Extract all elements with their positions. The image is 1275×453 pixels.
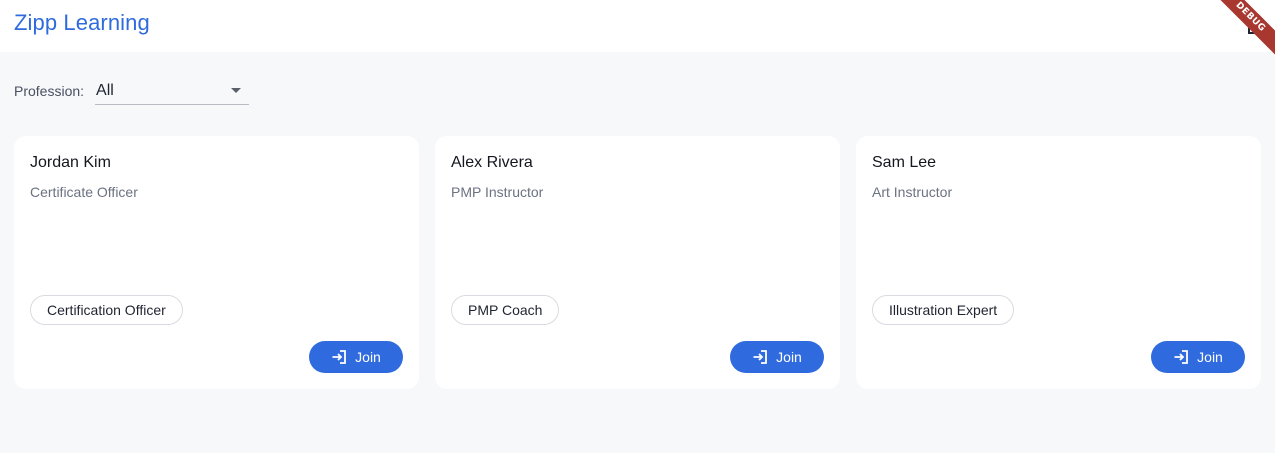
join-button[interactable]: Join bbox=[1151, 341, 1245, 373]
profession-dropdown[interactable]: All bbox=[95, 77, 250, 105]
instructor-card: Jordan Kim Certificate Officer Certifica… bbox=[14, 136, 419, 389]
join-button-label: Join bbox=[1197, 349, 1223, 365]
join-button[interactable]: Join bbox=[309, 341, 403, 373]
profession-chip: PMP Coach bbox=[451, 295, 560, 325]
chevron-down-icon bbox=[231, 88, 242, 93]
profession-chip: Certification Officer bbox=[30, 295, 183, 325]
instructor-card: Alex Rivera PMP Instructor PMP Coach Joi… bbox=[435, 136, 840, 389]
profession-chip: Illustration Expert bbox=[872, 295, 1015, 325]
login-icon bbox=[332, 350, 347, 364]
join-button[interactable]: Join bbox=[730, 341, 824, 373]
login-icon bbox=[753, 350, 768, 364]
debug-banner: DEBUG bbox=[1202, 0, 1275, 66]
join-button-label: Join bbox=[355, 349, 381, 365]
profession-dropdown-value: All bbox=[96, 81, 114, 99]
instructor-role: Certificate Officer bbox=[30, 184, 138, 200]
instructor-card: Sam Lee Art Instructor Illustration Expe… bbox=[856, 136, 1261, 389]
instructor-name: Sam Lee bbox=[872, 154, 937, 171]
app-bar: Zipp Learning DEBUG bbox=[0, 0, 1275, 66]
join-button-label: Join bbox=[776, 349, 802, 365]
instructor-role: Art Instructor bbox=[872, 184, 953, 200]
profession-filter: Profession: All bbox=[14, 76, 250, 106]
profession-filter-label: Profession: bbox=[14, 83, 85, 99]
login-icon bbox=[1174, 350, 1189, 364]
instructor-card-list: Jordan Kim Certificate Officer Certifica… bbox=[14, 136, 1261, 389]
instructor-role: PMP Instructor bbox=[451, 184, 544, 200]
app-title: Zipp Learning bbox=[14, 10, 150, 35]
instructor-name: Jordan Kim bbox=[30, 154, 111, 171]
instructor-name: Alex Rivera bbox=[451, 154, 533, 171]
